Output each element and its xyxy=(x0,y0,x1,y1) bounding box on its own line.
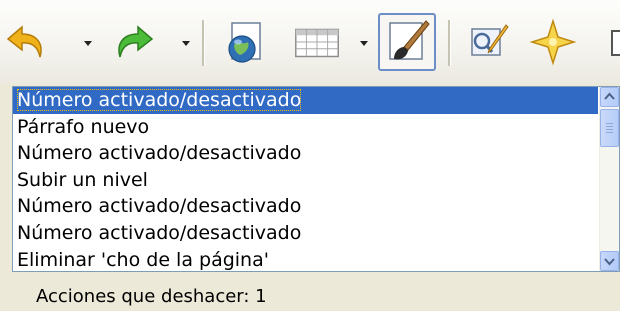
chevron-down-icon xyxy=(84,41,92,46)
redo-button[interactable] xyxy=(106,15,160,69)
edit-document-button[interactable] xyxy=(462,15,516,69)
toolbar-separator xyxy=(448,20,451,66)
navigator-button[interactable] xyxy=(218,15,272,69)
toolbar xyxy=(0,0,620,84)
chevron-up-icon xyxy=(604,92,615,100)
scroll-thumb[interactable] xyxy=(600,109,619,147)
document-icon xyxy=(611,30,620,56)
globe-document-icon xyxy=(228,22,261,63)
undo-dropdown-arrow[interactable] xyxy=(80,36,96,50)
star-compass-icon xyxy=(529,18,577,66)
vertical-scrollbar[interactable] xyxy=(599,87,619,271)
undo-arrow-icon xyxy=(6,25,42,58)
scroll-up-button[interactable] xyxy=(600,87,619,107)
list-item[interactable]: Número activado/desactivado xyxy=(13,87,598,114)
list-items: Número activado/desactivado Párrafo nuev… xyxy=(13,87,598,271)
navigator-star-button[interactable] xyxy=(526,15,580,69)
list-item[interactable]: Número activado/desactivado xyxy=(13,193,598,220)
redo-arrow-icon xyxy=(118,25,154,58)
paintbrush-icon xyxy=(389,20,430,60)
undo-actions-list[interactable]: Número activado/desactivado Párrafo nuev… xyxy=(12,86,620,272)
chevron-down-icon xyxy=(182,41,190,46)
table-icon xyxy=(295,28,339,58)
list-item[interactable]: Párrafo nuevo xyxy=(13,114,598,141)
list-item[interactable]: Número activado/desactivado xyxy=(13,140,598,167)
chevron-down-icon xyxy=(360,41,368,46)
edit-pencil-icon xyxy=(471,24,509,56)
toolbar-separator xyxy=(202,20,205,66)
list-item[interactable]: Eliminar 'cho de la página' xyxy=(13,247,598,271)
list-item[interactable]: Número activado/desactivado xyxy=(13,220,598,247)
undo-panel: Número activado/desactivado Párrafo nuev… xyxy=(8,84,620,278)
redo-dropdown-arrow[interactable] xyxy=(178,36,194,50)
list-item[interactable]: Subir un nivel xyxy=(13,167,598,194)
chevron-down-icon xyxy=(604,258,615,266)
paintbrush-button[interactable] xyxy=(378,13,436,71)
undo-button[interactable] xyxy=(0,15,54,69)
table-dropdown-arrow[interactable] xyxy=(356,36,372,50)
scroll-down-button[interactable] xyxy=(600,251,619,271)
undo-count-status: Acciones que deshacer: 1 xyxy=(36,286,267,307)
partial-toolbar-icon[interactable] xyxy=(605,30,620,58)
table-button[interactable] xyxy=(290,15,346,69)
